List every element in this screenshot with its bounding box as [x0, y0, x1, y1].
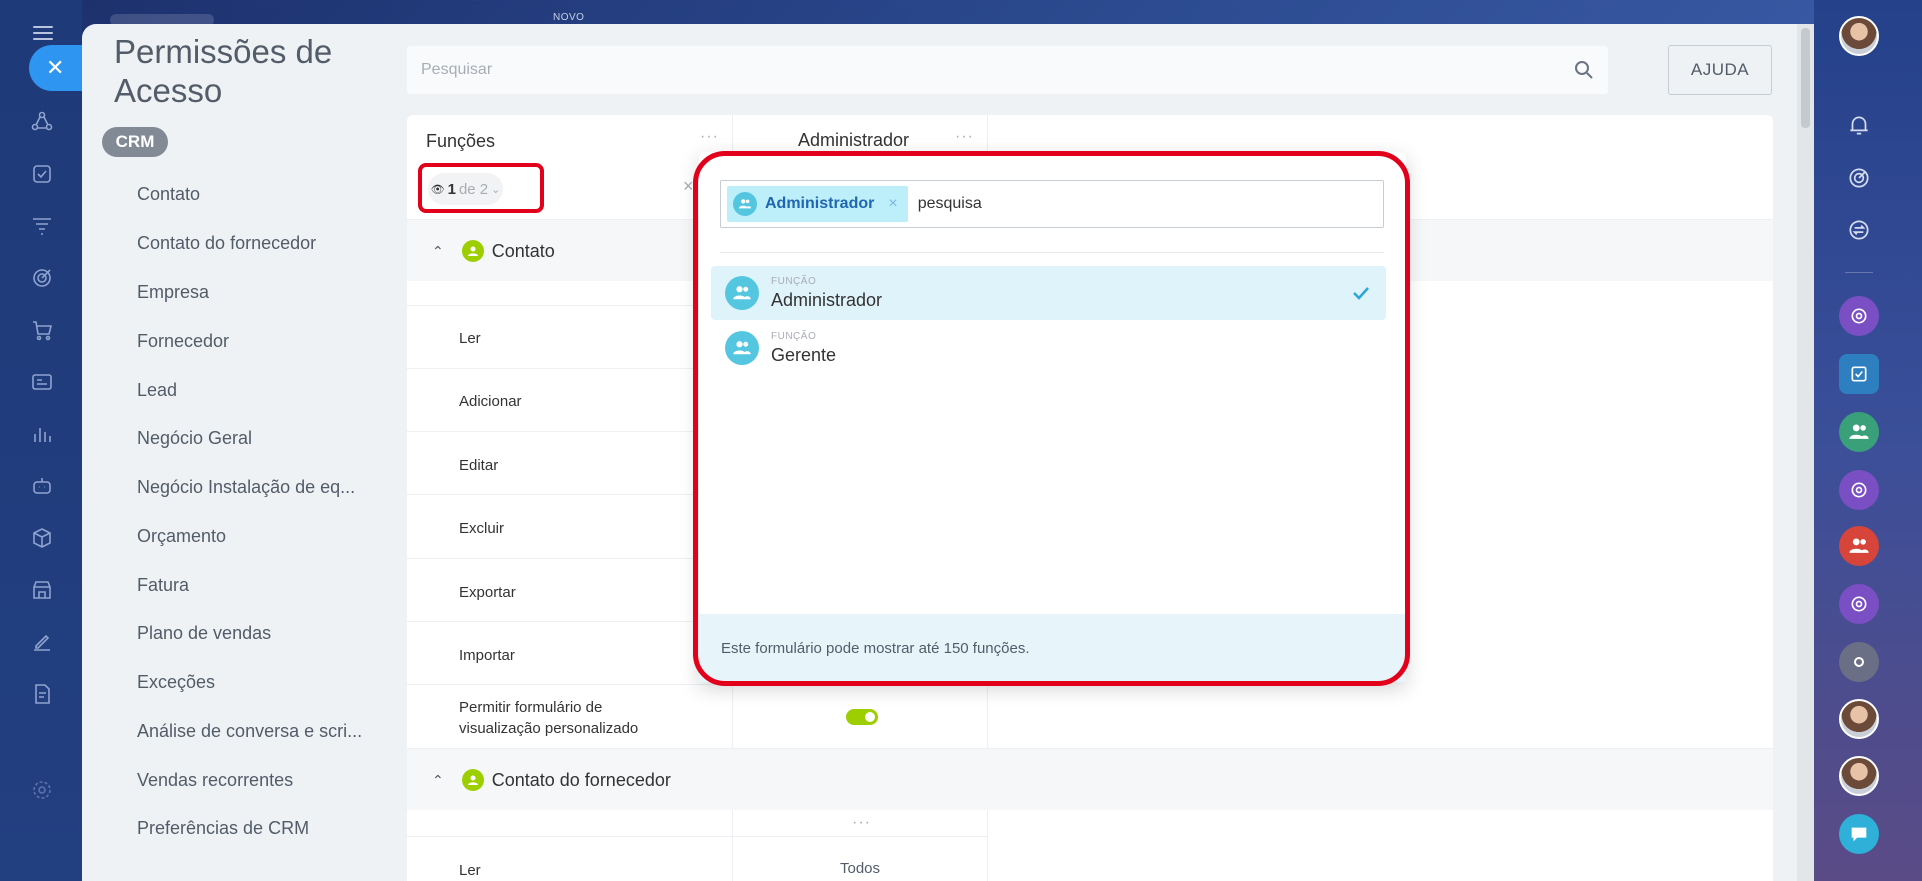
help-button[interactable]: AJUDA	[1668, 45, 1772, 95]
nav-item-excecoes[interactable]: Exceções	[137, 672, 367, 693]
column-menu-dots[interactable]: ···	[955, 128, 974, 146]
section-title-contato-fornecedor[interactable]: ⌃ Contato do fornecedor	[432, 769, 671, 791]
nav-item-contato-fornecedor[interactable]: Contato do fornecedor	[137, 233, 367, 254]
doc-icon[interactable]	[30, 682, 54, 706]
avatar[interactable]	[1839, 756, 1879, 796]
perm-label-editar: Editar	[459, 457, 499, 474]
nav-item-analise-conversa[interactable]: Análise de conversa e scri...	[137, 721, 367, 742]
nav-item-fornecedor[interactable]: Fornecedor	[137, 331, 367, 352]
nav-item-plano-vendas[interactable]: Plano de vendas	[137, 623, 367, 644]
perm-label-adicionar: Adicionar	[459, 393, 522, 410]
target-icon[interactable]	[30, 266, 54, 290]
user-icon	[461, 769, 484, 791]
funnel-icon[interactable]	[30, 214, 54, 238]
highlight-frame-filter	[418, 163, 544, 213]
nav-item-vendas-recorrentes[interactable]: Vendas recorrentes	[137, 770, 367, 791]
highlight-frame-popup	[693, 151, 1410, 686]
perm-label-ler: Ler	[459, 330, 481, 347]
group-icon[interactable]	[1839, 526, 1879, 566]
nav-item-preferencias-crm[interactable]: Preferências de CRM	[137, 818, 367, 839]
table-row	[407, 836, 987, 881]
user-icon	[461, 240, 484, 262]
box-icon[interactable]	[30, 526, 54, 550]
chat-icon[interactable]	[1839, 814, 1879, 854]
sync-icon[interactable]	[1839, 210, 1879, 250]
card-icon[interactable]	[30, 370, 54, 394]
nav-item-lead[interactable]: Lead	[137, 380, 367, 401]
search-placeholder: Pesquisar	[421, 61, 493, 78]
nav-item-fatura[interactable]: Fatura	[137, 575, 367, 596]
perm-label-ler-fornecedor: Ler	[459, 862, 481, 879]
novo-label: NOVO	[553, 12, 585, 23]
task-icon[interactable]	[1839, 354, 1879, 394]
administrador-column-header: Administrador	[798, 130, 910, 150]
perm-label-custom-view: Permitir formulário de visualização pers…	[459, 699, 639, 737]
permission-value-todos[interactable]: Todos	[840, 860, 880, 877]
nav-item-negocio-geral[interactable]: Negócio Geral	[137, 428, 367, 449]
close-icon[interactable]: ×	[683, 176, 694, 197]
avatar[interactable]	[1839, 699, 1879, 739]
avatar[interactable]	[1839, 16, 1879, 56]
activity-icon[interactable]	[30, 110, 54, 134]
nav-item-empresa[interactable]: Empresa	[137, 282, 367, 303]
nav-item-orcamento[interactable]: Orçamento	[137, 526, 367, 547]
section-title-contato[interactable]: ⌃ Contato	[432, 240, 555, 262]
perm-label-importar: Importar	[459, 647, 515, 664]
nav-item-negocio-instalacao[interactable]: Negócio Instalação de eq...	[137, 477, 367, 498]
chart-icon[interactable]	[30, 422, 54, 446]
crm-badge[interactable]: CRM	[102, 127, 168, 157]
page-title: Permissões de Acesso	[114, 33, 333, 109]
bell-icon[interactable]	[1839, 105, 1879, 145]
close-panel-button[interactable]: ✕	[29, 45, 85, 91]
perm-label-exportar: Exportar	[459, 584, 516, 601]
divider	[1845, 272, 1873, 273]
perm-label-excluir: Excluir	[459, 520, 505, 537]
chevron-up-icon[interactable]: ⌃	[432, 243, 444, 260]
panel-scrollbar[interactable]	[1797, 24, 1814, 881]
pen-icon[interactable]	[30, 630, 54, 654]
settings-icon[interactable]	[30, 778, 54, 802]
circle-icon[interactable]	[1839, 642, 1879, 682]
roles-menu-dots[interactable]: ···	[700, 128, 719, 146]
tasks-icon[interactable]	[30, 162, 54, 186]
openline-icon[interactable]	[1839, 296, 1879, 336]
openline-icon[interactable]	[1839, 584, 1879, 624]
nav-item-contato[interactable]: Contato	[137, 184, 367, 205]
robot-icon[interactable]	[30, 474, 54, 498]
cell-menu-dots[interactable]: ···	[852, 814, 871, 832]
cart-icon[interactable]	[30, 318, 54, 342]
menu-icon[interactable]	[33, 26, 53, 40]
chevron-up-icon[interactable]: ⌃	[432, 772, 444, 789]
search-input[interactable]: Pesquisar	[407, 46, 1608, 94]
roles-header: Funções	[426, 131, 496, 151]
group-icon[interactable]	[1839, 412, 1879, 452]
radar-icon[interactable]	[1839, 158, 1879, 198]
custom-view-toggle[interactable]	[846, 709, 878, 725]
search-icon[interactable]	[1572, 58, 1596, 82]
openline-icon[interactable]	[1839, 470, 1879, 510]
store-icon[interactable]	[30, 578, 54, 602]
